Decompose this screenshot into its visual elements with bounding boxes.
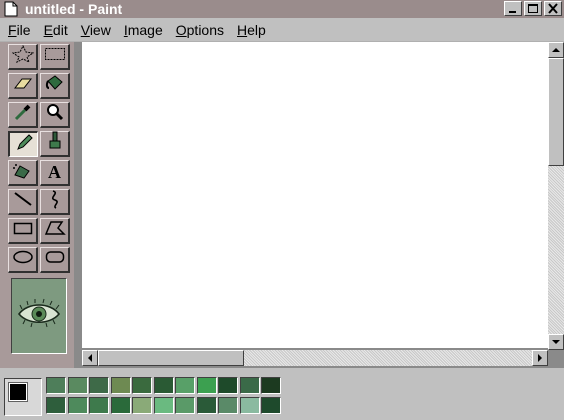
vertical-scroll-thumb[interactable] bbox=[548, 58, 564, 166]
menu-image[interactable]: Image bbox=[124, 22, 163, 38]
tool-box: A bbox=[0, 42, 74, 368]
tool-eraser[interactable] bbox=[8, 73, 38, 99]
menu-help-label: elp bbox=[247, 21, 266, 38]
document-icon bbox=[3, 1, 19, 17]
palette-swatch[interactable] bbox=[132, 377, 152, 394]
palette-swatch[interactable] bbox=[89, 397, 109, 414]
foreground-color[interactable] bbox=[8, 382, 28, 402]
polygon-icon bbox=[44, 220, 66, 241]
menu-options-accel: O bbox=[175, 21, 187, 38]
menu-bar: File Edit View Image Options Help bbox=[0, 18, 564, 42]
palette-swatch[interactable] bbox=[110, 397, 131, 414]
eyedropper-icon bbox=[12, 103, 34, 126]
menu-help[interactable]: Help bbox=[237, 22, 266, 38]
palette-swatch[interactable] bbox=[89, 377, 109, 394]
palette-swatch[interactable] bbox=[46, 397, 66, 414]
ellipse-icon bbox=[12, 249, 34, 270]
tool-polygon[interactable] bbox=[40, 218, 70, 244]
paint-bucket-icon bbox=[44, 74, 66, 97]
eraser-icon bbox=[12, 75, 34, 96]
airbrush-icon bbox=[12, 161, 34, 184]
menu-view-label: iew bbox=[89, 21, 111, 38]
palette-swatch[interactable] bbox=[175, 377, 195, 394]
color-palette bbox=[0, 368, 564, 420]
minimize-button[interactable] bbox=[504, 1, 522, 16]
drawing-canvas[interactable] bbox=[82, 42, 548, 348]
menu-file-accel: F bbox=[8, 21, 17, 38]
palette-swatch[interactable] bbox=[218, 377, 238, 394]
palette-swatch[interactable] bbox=[67, 397, 88, 414]
palette-swatch[interactable] bbox=[132, 397, 152, 414]
tool-airbrush[interactable] bbox=[8, 160, 38, 186]
rounded-rect-icon bbox=[44, 249, 66, 270]
menu-edit-label: dit bbox=[52, 21, 68, 38]
rectangle-icon bbox=[12, 220, 34, 241]
tool-ellipse[interactable] bbox=[8, 247, 38, 273]
menu-help-accel: H bbox=[237, 21, 248, 38]
scroll-right-button[interactable] bbox=[532, 350, 548, 366]
tool-rectangle[interactable] bbox=[8, 218, 38, 244]
palette-swatch[interactable] bbox=[261, 377, 281, 394]
menu-image-label: mage bbox=[127, 21, 163, 38]
line-icon bbox=[12, 190, 34, 213]
menu-view[interactable]: View bbox=[81, 22, 111, 38]
curve-icon bbox=[44, 189, 66, 214]
tool-curve[interactable] bbox=[40, 189, 70, 215]
window-title: untitled - Paint bbox=[25, 1, 123, 17]
text-icon: A bbox=[48, 162, 61, 182]
star-select-icon bbox=[11, 44, 34, 68]
tool-magnifier[interactable] bbox=[40, 102, 70, 128]
palette-swatch[interactable] bbox=[196, 397, 217, 414]
menu-options[interactable]: Options bbox=[176, 22, 224, 38]
tool-pencil[interactable] bbox=[8, 131, 38, 157]
menu-options-label: ptions bbox=[186, 21, 224, 38]
vertical-scrollbar[interactable] bbox=[548, 42, 564, 350]
palette-swatch[interactable] bbox=[110, 377, 131, 394]
tool-free-form-select[interactable] bbox=[8, 44, 38, 70]
brush-icon bbox=[44, 131, 66, 156]
menu-file[interactable]: File bbox=[8, 22, 31, 38]
rect-select-icon bbox=[44, 46, 66, 67]
eye-icon bbox=[16, 298, 62, 335]
tool-options-panel[interactable] bbox=[11, 278, 67, 354]
tool-pick-color[interactable] bbox=[8, 102, 38, 128]
maximize-button[interactable] bbox=[524, 1, 542, 16]
close-button[interactable] bbox=[544, 1, 562, 16]
scroll-up-button[interactable] bbox=[548, 42, 564, 58]
tool-brush[interactable] bbox=[40, 131, 70, 157]
palette-swatch[interactable] bbox=[153, 377, 174, 394]
tool-fill[interactable] bbox=[40, 73, 70, 99]
menu-view-accel: V bbox=[80, 21, 90, 38]
tool-rounded-rectangle[interactable] bbox=[40, 247, 70, 273]
pencil-icon bbox=[13, 133, 35, 156]
tool-line[interactable] bbox=[8, 189, 38, 215]
palette-swatch[interactable] bbox=[218, 397, 238, 414]
menu-file-label: ile bbox=[16, 21, 31, 38]
tool-text[interactable]: A bbox=[40, 160, 70, 186]
current-colors[interactable] bbox=[4, 378, 42, 416]
scroll-down-button[interactable] bbox=[548, 334, 564, 350]
palette-swatch[interactable] bbox=[196, 377, 217, 394]
palette-swatch[interactable] bbox=[46, 377, 66, 394]
palette-swatch[interactable] bbox=[67, 377, 88, 394]
palette-swatch[interactable] bbox=[261, 397, 281, 414]
palette-swatch[interactable] bbox=[153, 397, 174, 414]
palette-swatch[interactable] bbox=[239, 377, 260, 394]
tool-rectangle-select[interactable] bbox=[40, 44, 70, 70]
menu-edit[interactable]: Edit bbox=[44, 22, 68, 38]
scroll-left-button[interactable] bbox=[82, 350, 98, 366]
horizontal-scroll-thumb[interactable] bbox=[98, 350, 244, 366]
menu-edit-accel: E bbox=[43, 21, 53, 38]
paint-window: untitled - Paint File Edit View Image Op… bbox=[0, 0, 564, 420]
palette-swatch[interactable] bbox=[175, 397, 195, 414]
window-controls bbox=[504, 1, 562, 16]
palette-swatch[interactable] bbox=[239, 397, 260, 414]
horizontal-scrollbar[interactable] bbox=[82, 350, 548, 366]
title-bar[interactable]: untitled - Paint bbox=[0, 0, 564, 18]
canvas-area bbox=[74, 42, 564, 368]
magnifier-icon bbox=[44, 103, 66, 126]
